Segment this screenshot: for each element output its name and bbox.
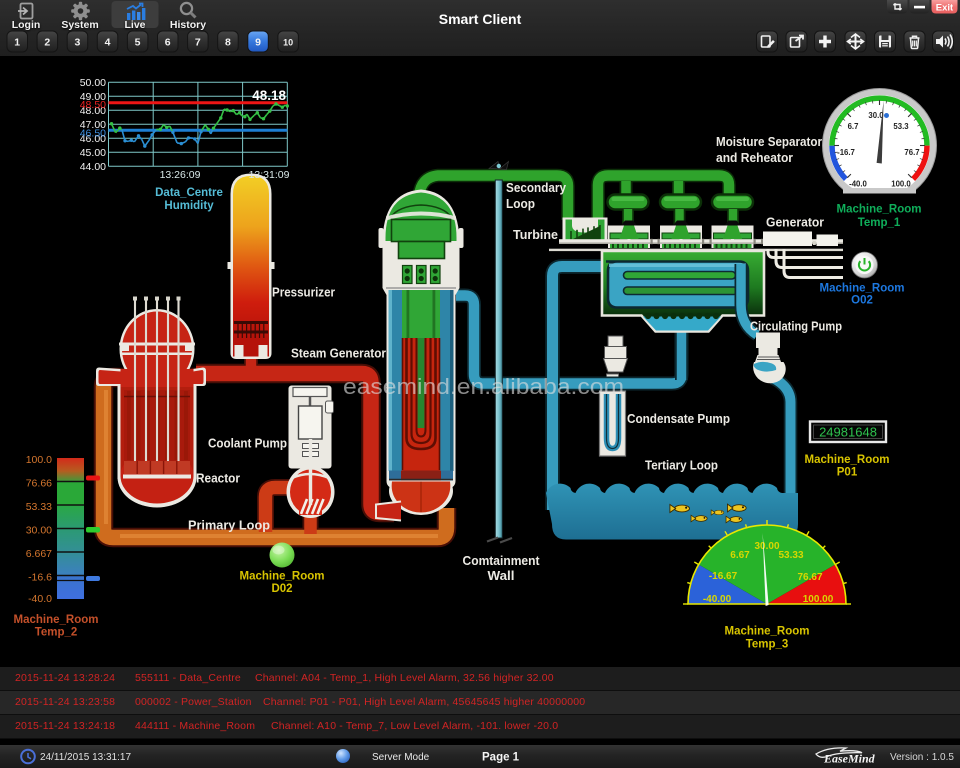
svg-text:Tertiary Loop: Tertiary Loop <box>645 458 718 473</box>
svg-text:Humidity: Humidity <box>164 200 214 212</box>
svg-text:-40.0: -40.0 <box>28 593 52 605</box>
svg-text:6.667: 6.667 <box>26 548 52 560</box>
svg-text:Machine_Room: Machine_Room <box>14 614 99 626</box>
svg-text:Turbine: Turbine <box>513 227 558 242</box>
svg-text:Circulating Pump: Circulating Pump <box>750 319 842 334</box>
svg-text:Page 1: Page 1 <box>482 752 520 764</box>
svg-text:Exit: Exit <box>936 3 954 14</box>
svg-text:6: 6 <box>165 36 171 48</box>
svg-text:Primary Loop: Primary Loop <box>188 518 270 533</box>
svg-text:4: 4 <box>105 36 111 48</box>
svg-text:Version : 1.0.5: Version : 1.0.5 <box>890 752 954 763</box>
svg-text:24981648: 24981648 <box>819 425 877 440</box>
svg-text:P01: P01 <box>837 467 858 479</box>
svg-text:76.66: 76.66 <box>26 478 52 490</box>
svg-text:6.67: 6.67 <box>730 550 750 561</box>
svg-text:53.33: 53.33 <box>26 501 52 513</box>
svg-text:100.0: 100.0 <box>26 454 52 466</box>
svg-text:100.00: 100.00 <box>803 594 834 605</box>
svg-text:-40.00: -40.00 <box>703 594 732 605</box>
svg-text:53.33: 53.33 <box>778 550 803 561</box>
svg-text:-16.67: -16.67 <box>709 571 738 582</box>
svg-text:44.00: 44.00 <box>80 161 106 173</box>
svg-text:30.00: 30.00 <box>754 541 779 552</box>
svg-text:50.00: 50.00 <box>80 77 106 89</box>
svg-text:Server Mode: Server Mode <box>372 752 430 763</box>
svg-text:Moisture Separator: Moisture Separator <box>716 134 822 149</box>
svg-text:Loop: Loop <box>506 196 535 211</box>
svg-text:48.50: 48.50 <box>80 99 106 111</box>
svg-text:Machine_Room: Machine_Room <box>837 204 922 216</box>
svg-text:5: 5 <box>135 36 141 48</box>
svg-text:Coolant Pump: Coolant Pump <box>208 436 287 451</box>
svg-text:Temp_2: Temp_2 <box>35 627 78 639</box>
svg-text:6.7: 6.7 <box>848 122 859 131</box>
svg-text:53.3: 53.3 <box>893 122 909 131</box>
svg-text:O02: O02 <box>851 295 873 307</box>
svg-text:Steam Generator: Steam Generator <box>291 346 386 361</box>
svg-text:Comtainment: Comtainment <box>463 553 541 568</box>
svg-text:Machine_Room: Machine_Room <box>240 571 325 583</box>
svg-text:9: 9 <box>255 36 261 48</box>
svg-text:48.18: 48.18 <box>252 88 286 103</box>
svg-text:Temp_1: Temp_1 <box>858 217 901 229</box>
svg-text:-16.6: -16.6 <box>28 572 52 584</box>
svg-text:2: 2 <box>44 36 50 48</box>
svg-text:Condensate Pump: Condensate Pump <box>627 411 730 426</box>
svg-text:Wall: Wall <box>488 568 515 583</box>
svg-text:Temp_3: Temp_3 <box>746 639 789 651</box>
svg-text:30.00: 30.00 <box>26 525 52 537</box>
svg-text:-40.0: -40.0 <box>849 180 867 189</box>
svg-text:Machine_Room: Machine_Room <box>805 454 890 466</box>
svg-text:Machine_Room: Machine_Room <box>725 626 810 638</box>
svg-text:76.7: 76.7 <box>904 148 919 157</box>
svg-text:and Reheator: and Reheator <box>716 150 793 165</box>
svg-text:76.67: 76.67 <box>797 572 822 583</box>
svg-text:-16.7: -16.7 <box>837 148 855 157</box>
svg-text:Reactor: Reactor <box>196 471 240 486</box>
svg-text:Secondary: Secondary <box>506 180 567 195</box>
svg-text:Machine_Room: Machine_Room <box>820 283 905 295</box>
svg-text:Data_Centre: Data_Centre <box>155 187 223 199</box>
svg-text:24/11/2015 13:31:17: 24/11/2015 13:31:17 <box>40 752 131 763</box>
svg-text:EaseMind: EaseMind <box>823 752 876 766</box>
svg-text:7: 7 <box>195 36 201 48</box>
svg-text:10: 10 <box>283 37 293 47</box>
svg-text:3: 3 <box>74 36 80 48</box>
svg-text:45.00: 45.00 <box>80 147 106 159</box>
svg-text:Generator: Generator <box>766 215 824 230</box>
svg-text:46.50: 46.50 <box>80 128 106 140</box>
svg-text:D02: D02 <box>271 583 292 595</box>
svg-text:easemind.en.alibaba.com: easemind.en.alibaba.com <box>343 374 624 399</box>
svg-text:13:26:09: 13:26:09 <box>160 169 201 181</box>
svg-text:8: 8 <box>225 36 231 48</box>
svg-text:100.0: 100.0 <box>891 180 911 189</box>
svg-text:Pressurizer: Pressurizer <box>272 285 335 300</box>
svg-text:1: 1 <box>14 36 20 48</box>
svg-text:13:31:09: 13:31:09 <box>249 169 290 181</box>
